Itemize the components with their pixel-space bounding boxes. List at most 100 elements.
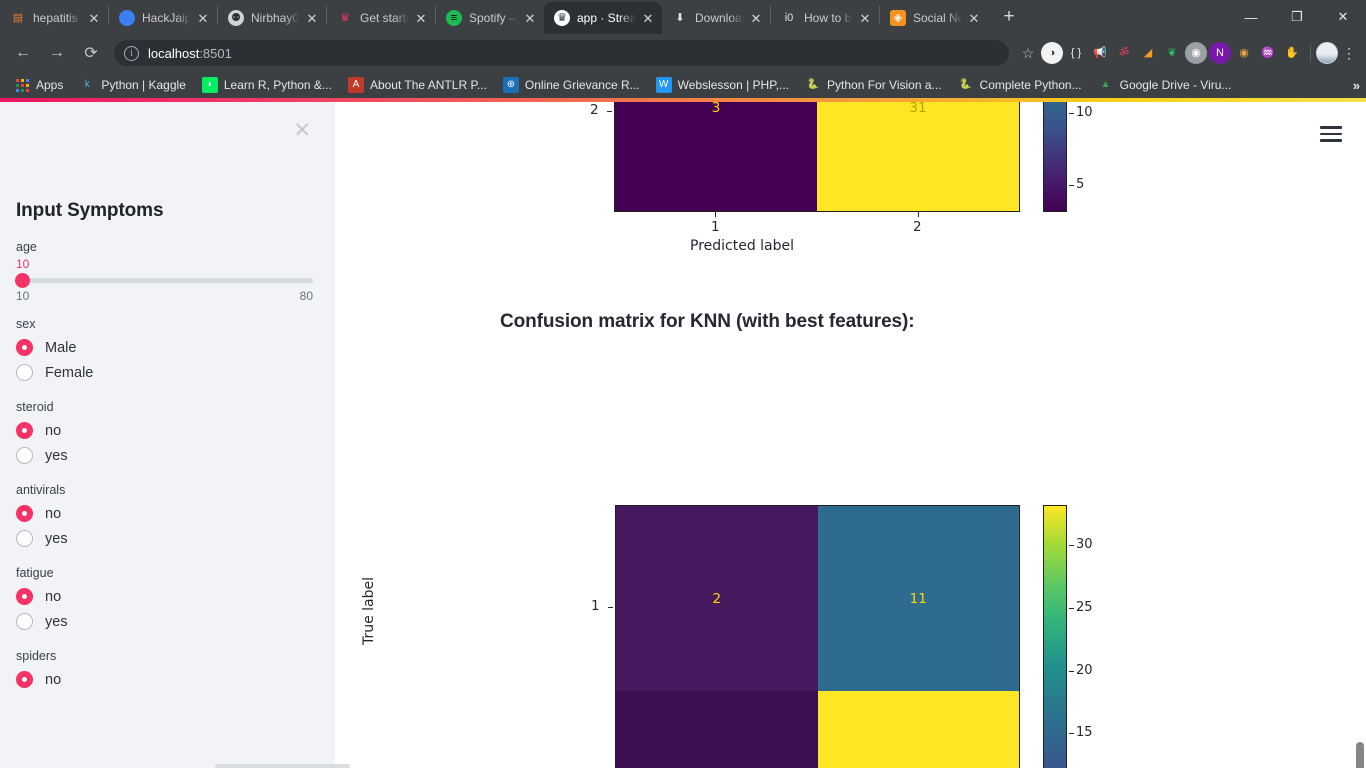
bookmark-label: Python | Kaggle <box>101 78 186 92</box>
scrollbar-thumb[interactable] <box>1356 742 1364 768</box>
sidebar-controls: age 10 10 80 sex Male Female steroid no yes an… <box>15 240 316 707</box>
navigation-toolbar: ← → ⟳ i localhost:8501 ☆ ◑{ } 📢 ॐ ◢ ❦ ◉ N ◉ ♒ ✋ ⋮ <box>0 34 1366 72</box>
minimize-button[interactable]: — <box>1228 0 1274 34</box>
origami-icon[interactable]: ◢ <box>1137 42 1159 64</box>
lamp-icon[interactable]: ♒ <box>1257 42 1279 64</box>
radio-dot-icon[interactable] <box>16 671 33 689</box>
radio-option-no[interactable]: no <box>16 584 316 609</box>
bookmark-item[interactable]: W Webslesson | PHP,... <box>648 74 797 96</box>
bookmark-item[interactable]: ◗ Learn R, Python &... <box>194 74 340 96</box>
site-info-icon[interactable]: i <box>124 45 139 61</box>
radio-dot-icon[interactable] <box>16 447 33 465</box>
bookmark-star-icon[interactable]: ☆ <box>1015 45 1041 62</box>
sidebar-close-icon[interactable]: ✕ <box>293 120 311 141</box>
age-slider-track[interactable] <box>15 273 313 289</box>
age-slider-thumb[interactable] <box>15 273 30 289</box>
bookmark-item[interactable]: k Python | Kaggle <box>71 74 194 96</box>
tab-close-icon[interactable]: ✕ <box>522 10 538 26</box>
browser-tab[interactable]: ⚉ Nirbhay007 ✕ <box>218 2 326 34</box>
radio-option-label: Female <box>45 364 94 381</box>
close-window-button[interactable]: ✕ <box>1320 0 1366 34</box>
radio-option-no[interactable]: no <box>16 667 316 692</box>
forward-icon[interactable]: → <box>43 39 71 67</box>
hamburger-menu-icon[interactable] <box>1320 126 1342 146</box>
tab-close-icon[interactable]: ✕ <box>304 10 320 26</box>
back-icon[interactable]: ← <box>9 39 37 67</box>
tab-title: app · Strear <box>577 11 636 25</box>
confusion-matrix-knn: True label 1 2 2 11 1 33 30252015105 <box>335 398 1095 768</box>
radio-options: no yes <box>16 501 316 551</box>
tab-close-icon[interactable]: ✕ <box>195 10 211 26</box>
radio-option-yes[interactable]: yes <box>16 443 316 468</box>
top-matrix-xlabel: Predicted label <box>690 238 795 254</box>
bookmark-item[interactable]: 🐍 Python For Vision a... <box>797 74 950 96</box>
radio-option-Female[interactable]: Female <box>16 360 316 385</box>
evernote-icon[interactable]: ❦ <box>1161 42 1183 64</box>
age-slider-value: 10 <box>16 257 30 271</box>
bookmark-item[interactable]: A About The ANTLR P... <box>340 74 495 96</box>
bookmark-item[interactable]: ▲ Google Drive - Viru... <box>1090 74 1240 96</box>
browser-tab[interactable]: ἱ0 How to buil ✕ <box>771 2 879 34</box>
reload-icon[interactable]: ⟳ <box>77 39 105 67</box>
chrome-menu-icon[interactable]: ⋮ <box>1338 45 1360 62</box>
knn-colorbar-tick: 15 <box>1069 725 1093 740</box>
address-bar[interactable]: i localhost:8501 <box>114 40 1009 66</box>
maximize-button[interactable]: ❐ <box>1274 0 1320 34</box>
browser-tab[interactable]: ▤ hepatitis pr ✕ <box>0 2 108 34</box>
megaphone-icon[interactable]: 📢 <box>1089 42 1111 64</box>
radio-dot-icon[interactable] <box>16 530 33 548</box>
bookmark-item[interactable]: 🐍 Complete Python... <box>950 74 1090 96</box>
radio-option-no[interactable]: no <box>16 418 316 443</box>
datacamp-icon: ◗ <box>201 77 218 93</box>
globe-icon: ἱ0 <box>784 11 794 24</box>
radio-option-label: Male <box>45 339 77 356</box>
knn-colorbar-tick: 25 <box>1069 600 1093 615</box>
tab-close-icon[interactable]: ✕ <box>86 10 102 26</box>
tab-close-icon[interactable]: ✕ <box>748 10 764 26</box>
browser-tab[interactable]: ◈ Social Netw ✕ <box>880 2 988 34</box>
owl-icon[interactable]: ◉ <box>1233 42 1255 64</box>
age-slider-field: age 10 10 80 <box>15 240 316 303</box>
bookmark-item[interactable]: ⊕ Online Grievance R... <box>495 74 648 96</box>
radio-option-yes[interactable]: yes <box>16 526 316 551</box>
age-slider-range: 10 80 <box>16 289 313 303</box>
age-slider-label: age <box>16 240 37 254</box>
new-tab-button[interactable]: + <box>994 2 1024 32</box>
block-icon[interactable]: ✋ <box>1281 42 1303 64</box>
tab-strip: ▤ hepatitis pr ✕ HackJaipur ✕ ⚉ Nirbhay007 ✕ ♛ Ge… <box>0 0 1366 34</box>
onenote-icon[interactable]: N <box>1209 42 1231 64</box>
browser-tab[interactable]: ⬇ Downloads ✕ <box>662 2 770 34</box>
ninja-extension-icon[interactable]: ◑ <box>1041 42 1063 64</box>
radio-option-Male[interactable]: Male <box>16 335 316 360</box>
page-scrollbar[interactable] <box>1353 196 1366 768</box>
horizontal-scroll-hint[interactable] <box>215 764 350 768</box>
camera-icon[interactable]: ◉ <box>1185 42 1207 64</box>
radio-option-yes[interactable]: yes <box>16 609 316 634</box>
json-viewer-icon[interactable]: { } <box>1065 42 1087 64</box>
radio-dot-icon[interactable] <box>16 422 33 440</box>
bookmarks-overflow-icon[interactable]: » <box>1353 78 1360 93</box>
tab-close-icon[interactable]: ✕ <box>966 10 982 26</box>
page-viewport: ✕ Input Symptoms age 10 10 80 sex Male Fem… <box>0 98 1366 768</box>
python-icon: 🐍 <box>959 79 972 90</box>
globe-icon: ⊕ <box>502 77 519 93</box>
radio-dot-icon[interactable] <box>16 613 33 631</box>
radio-dot-icon[interactable] <box>16 339 33 357</box>
tab-close-icon[interactable]: ✕ <box>640 10 656 26</box>
tab-close-icon[interactable]: ✕ <box>857 10 873 26</box>
radio-dot-icon[interactable] <box>16 505 33 523</box>
radio-dot-icon[interactable] <box>16 588 33 606</box>
radio-option-no[interactable]: no <box>16 501 316 526</box>
spiral-icon[interactable]: ॐ <box>1113 42 1135 64</box>
tab-close-icon[interactable]: ✕ <box>413 10 429 26</box>
browser-tab[interactable]: ♛ Get started ✕ <box>327 2 435 34</box>
radio-dot-icon[interactable] <box>16 364 33 382</box>
browser-tab[interactable]: HackJaipur ✕ <box>109 2 217 34</box>
streamlit-sidebar: ✕ Input Symptoms age 10 10 80 sex Male Fem… <box>0 102 335 768</box>
top-matrix-xtick-1: 1 <box>711 219 720 235</box>
bookmark-item[interactable]: Apps <box>6 74 71 96</box>
profile-avatar[interactable] <box>1316 42 1338 64</box>
browser-tab[interactable]: ≡ Spotify – Ns ✕ <box>436 2 544 34</box>
browser-tab[interactable]: ♛ app · Strear ✕ <box>544 2 662 34</box>
radio-option-label: no <box>45 588 62 605</box>
